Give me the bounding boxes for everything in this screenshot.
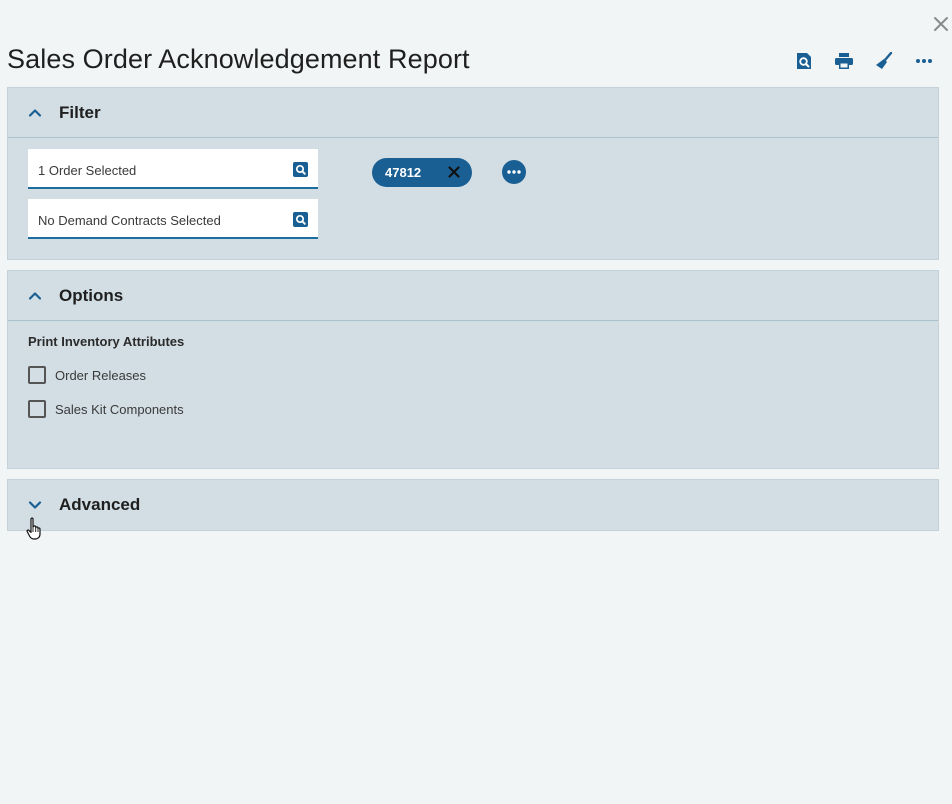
clear-icon — [876, 52, 893, 69]
remove-chip-icon[interactable] — [447, 165, 461, 179]
preview-icon — [797, 53, 811, 69]
sales-kit-components-checkbox[interactable] — [28, 400, 46, 418]
more-icon — [916, 59, 932, 63]
filter-panel-title: Filter — [59, 103, 101, 122]
close-button[interactable] — [931, 14, 951, 34]
more-chips-button[interactable] — [502, 160, 526, 184]
options-panel: Options Print Inventory Attributes Order… — [7, 270, 939, 469]
search-icon[interactable] — [293, 162, 308, 177]
print-button[interactable] — [832, 50, 856, 72]
search-icon[interactable] — [293, 212, 308, 227]
order-chip: 47812 — [372, 158, 472, 187]
filter-panel: Filter 1 Order Selected No Demand Contra… — [7, 87, 939, 260]
order-chip-label: 47812 — [385, 165, 422, 180]
print-inventory-attributes-label: Print Inventory Attributes — [28, 334, 185, 349]
chevron-up-icon — [28, 292, 42, 300]
page-title: Sales Order Acknowledgement Report — [7, 44, 470, 74]
chevron-up-icon — [28, 109, 42, 117]
advanced-panel-title: Advanced — [59, 495, 141, 514]
order-releases-label: Order Releases — [55, 368, 147, 383]
filter-panel-header[interactable]: Filter — [8, 88, 938, 138]
orders-field[interactable]: 1 Order Selected — [28, 149, 318, 189]
demand-contracts-field-value: No Demand Contracts Selected — [38, 213, 221, 228]
sales-kit-components-label: Sales Kit Components — [55, 402, 184, 417]
preview-button[interactable] — [792, 50, 816, 72]
order-releases-checkbox[interactable] — [28, 366, 46, 384]
print-icon — [835, 53, 853, 69]
advanced-panel-header[interactable]: Advanced — [8, 480, 938, 530]
close-icon — [934, 17, 948, 31]
more-icon — [507, 170, 521, 174]
demand-contracts-field[interactable]: No Demand Contracts Selected — [28, 199, 318, 239]
hand-cursor-icon — [26, 517, 41, 540]
more-actions-button[interactable] — [912, 50, 936, 72]
orders-field-value: 1 Order Selected — [38, 163, 137, 178]
chevron-down-icon — [28, 501, 42, 509]
options-panel-title: Options — [59, 286, 124, 305]
advanced-panel: Advanced — [7, 479, 939, 531]
clear-button[interactable] — [872, 50, 896, 72]
options-panel-header[interactable]: Options — [8, 271, 938, 321]
